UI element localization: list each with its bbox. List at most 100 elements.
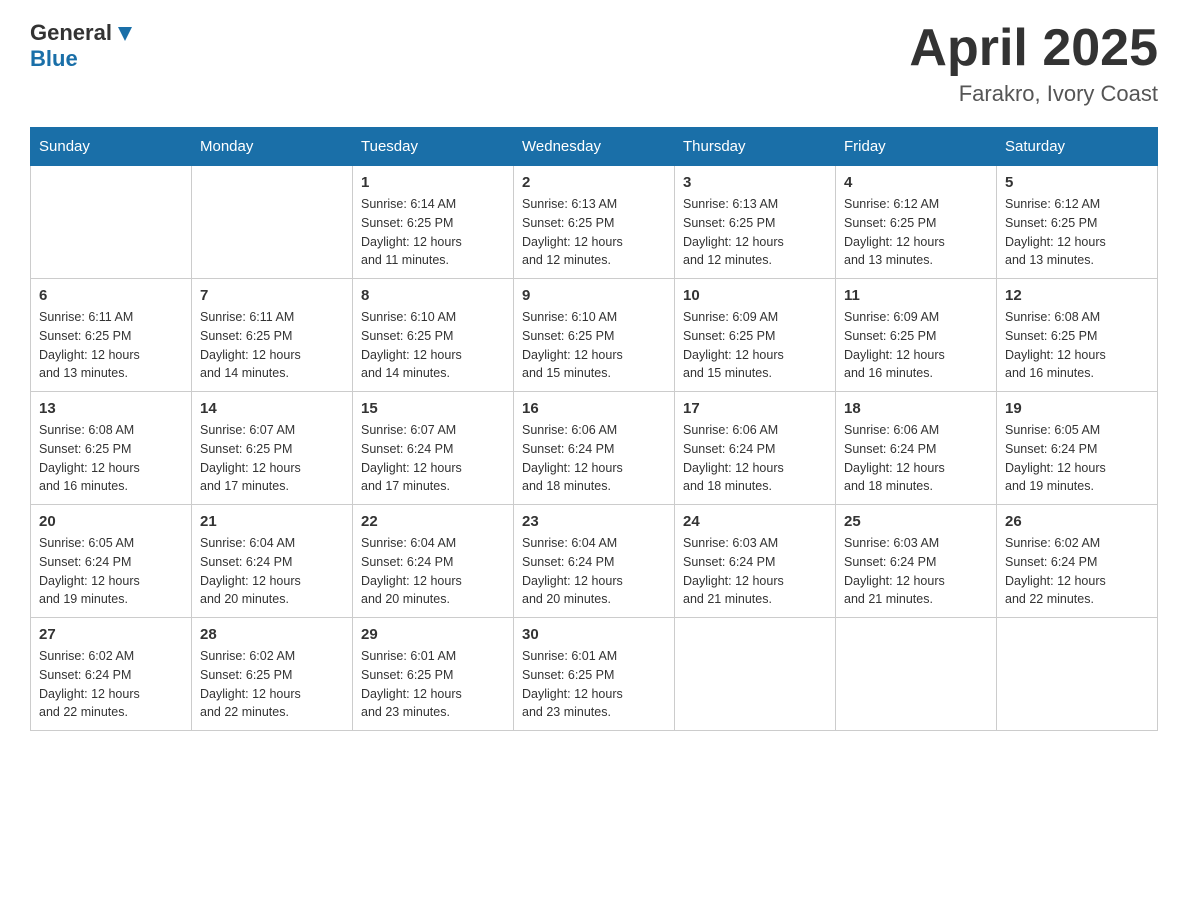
day-info: Sunrise: 6:03 AMSunset: 6:24 PMDaylight:… (683, 534, 827, 609)
calendar-header-wednesday: Wednesday (514, 128, 675, 166)
calendar-cell (836, 618, 997, 731)
day-info: Sunrise: 6:14 AMSunset: 6:25 PMDaylight:… (361, 195, 505, 270)
day-info: Sunrise: 6:04 AMSunset: 6:24 PMDaylight:… (522, 534, 666, 609)
calendar-cell: 4 Sunrise: 6:12 AMSunset: 6:25 PMDaylight… (836, 166, 997, 279)
day-number: 11 (844, 287, 988, 304)
day-number: 24 (683, 513, 827, 530)
day-number: 26 (1005, 513, 1149, 530)
day-number: 19 (1005, 400, 1149, 417)
calendar-header-row: SundayMondayTuesdayWednesdayThursdayFrid… (31, 128, 1158, 166)
day-info: Sunrise: 6:05 AMSunset: 6:24 PMDaylight:… (39, 534, 183, 609)
day-number: 6 (39, 287, 183, 304)
day-info: Sunrise: 6:12 AMSunset: 6:25 PMDaylight:… (1005, 195, 1149, 270)
calendar-cell (31, 166, 192, 279)
day-info: Sunrise: 6:11 AMSunset: 6:25 PMDaylight:… (200, 308, 344, 383)
day-info: Sunrise: 6:13 AMSunset: 6:25 PMDaylight:… (683, 195, 827, 270)
logo-general-text: General (30, 20, 112, 46)
day-number: 5 (1005, 174, 1149, 191)
day-number: 16 (522, 400, 666, 417)
calendar-week-row: 6 Sunrise: 6:11 AMSunset: 6:25 PMDaylight… (31, 279, 1158, 392)
calendar-cell: 12 Sunrise: 6:08 AMSunset: 6:25 PMDayligh… (997, 279, 1158, 392)
calendar-cell: 6 Sunrise: 6:11 AMSunset: 6:25 PMDaylight… (31, 279, 192, 392)
calendar-cell: 28 Sunrise: 6:02 AMSunset: 6:25 PMDayligh… (192, 618, 353, 731)
day-number: 13 (39, 400, 183, 417)
day-number: 1 (361, 174, 505, 191)
calendar-cell: 17 Sunrise: 6:06 AMSunset: 6:24 PMDayligh… (675, 392, 836, 505)
day-number: 4 (844, 174, 988, 191)
day-number: 21 (200, 513, 344, 530)
calendar-cell: 23 Sunrise: 6:04 AMSunset: 6:24 PMDayligh… (514, 505, 675, 618)
day-number: 28 (200, 626, 344, 643)
calendar-cell: 19 Sunrise: 6:05 AMSunset: 6:24 PMDayligh… (997, 392, 1158, 505)
day-number: 18 (844, 400, 988, 417)
day-number: 12 (1005, 287, 1149, 304)
day-number: 23 (522, 513, 666, 530)
day-number: 27 (39, 626, 183, 643)
day-info: Sunrise: 6:08 AMSunset: 6:25 PMDaylight:… (1005, 308, 1149, 383)
day-info: Sunrise: 6:04 AMSunset: 6:24 PMDaylight:… (361, 534, 505, 609)
calendar-cell: 24 Sunrise: 6:03 AMSunset: 6:24 PMDayligh… (675, 505, 836, 618)
calendar-table: SundayMondayTuesdayWednesdayThursdayFrid… (30, 127, 1158, 731)
logo-triangle-icon (114, 23, 136, 45)
calendar-header-thursday: Thursday (675, 128, 836, 166)
calendar-cell: 21 Sunrise: 6:04 AMSunset: 6:24 PMDayligh… (192, 505, 353, 618)
day-info: Sunrise: 6:01 AMSunset: 6:25 PMDaylight:… (522, 647, 666, 722)
day-number: 20 (39, 513, 183, 530)
calendar-cell: 15 Sunrise: 6:07 AMSunset: 6:24 PMDayligh… (353, 392, 514, 505)
calendar-cell: 30Sunrise: 6:01 AMSunset: 6:25 PMDayligh… (514, 618, 675, 731)
day-number: 14 (200, 400, 344, 417)
calendar-cell: 7 Sunrise: 6:11 AMSunset: 6:25 PMDaylight… (192, 279, 353, 392)
title-block: April 2025 Farakro, Ivory Coast (909, 20, 1158, 107)
calendar-cell: 13Sunrise: 6:08 AMSunset: 6:25 PMDayligh… (31, 392, 192, 505)
calendar-cell: 27 Sunrise: 6:02 AMSunset: 6:24 PMDayligh… (31, 618, 192, 731)
day-info: Sunrise: 6:02 AMSunset: 6:24 PMDaylight:… (39, 647, 183, 722)
day-info: Sunrise: 6:02 AMSunset: 6:24 PMDaylight:… (1005, 534, 1149, 609)
day-info: Sunrise: 6:09 AMSunset: 6:25 PMDaylight:… (844, 308, 988, 383)
logo: General Blue (30, 20, 136, 72)
day-number: 9 (522, 287, 666, 304)
day-number: 29 (361, 626, 505, 643)
calendar-week-row: 13Sunrise: 6:08 AMSunset: 6:25 PMDayligh… (31, 392, 1158, 505)
calendar-cell: 26 Sunrise: 6:02 AMSunset: 6:24 PMDayligh… (997, 505, 1158, 618)
day-number: 7 (200, 287, 344, 304)
calendar-week-row: 20 Sunrise: 6:05 AMSunset: 6:24 PMDayligh… (31, 505, 1158, 618)
calendar-cell: 18Sunrise: 6:06 AMSunset: 6:24 PMDayligh… (836, 392, 997, 505)
day-info: Sunrise: 6:10 AMSunset: 6:25 PMDaylight:… (361, 308, 505, 383)
day-info: Sunrise: 6:03 AMSunset: 6:24 PMDaylight:… (844, 534, 988, 609)
calendar-cell: 1 Sunrise: 6:14 AMSunset: 6:25 PMDaylight… (353, 166, 514, 279)
day-info: Sunrise: 6:10 AMSunset: 6:25 PMDaylight:… (522, 308, 666, 383)
day-info: Sunrise: 6:05 AMSunset: 6:24 PMDaylight:… (1005, 421, 1149, 496)
calendar-week-row: 1 Sunrise: 6:14 AMSunset: 6:25 PMDaylight… (31, 166, 1158, 279)
calendar-cell: 25Sunrise: 6:03 AMSunset: 6:24 PMDayligh… (836, 505, 997, 618)
day-info: Sunrise: 6:04 AMSunset: 6:24 PMDaylight:… (200, 534, 344, 609)
calendar-cell: 14 Sunrise: 6:07 AMSunset: 6:25 PMDayligh… (192, 392, 353, 505)
calendar-header-friday: Friday (836, 128, 997, 166)
calendar-cell (192, 166, 353, 279)
calendar-header-tuesday: Tuesday (353, 128, 514, 166)
calendar-cell: 22Sunrise: 6:04 AMSunset: 6:24 PMDayligh… (353, 505, 514, 618)
day-info: Sunrise: 6:12 AMSunset: 6:25 PMDaylight:… (844, 195, 988, 270)
day-info: Sunrise: 6:06 AMSunset: 6:24 PMDaylight:… (683, 421, 827, 496)
day-info: Sunrise: 6:02 AMSunset: 6:25 PMDaylight:… (200, 647, 344, 722)
calendar-cell: 11 Sunrise: 6:09 AMSunset: 6:25 PMDayligh… (836, 279, 997, 392)
calendar-header-monday: Monday (192, 128, 353, 166)
day-info: Sunrise: 6:06 AMSunset: 6:24 PMDaylight:… (522, 421, 666, 496)
calendar-cell (675, 618, 836, 731)
day-number: 2 (522, 174, 666, 191)
day-number: 17 (683, 400, 827, 417)
calendar-cell (997, 618, 1158, 731)
day-info: Sunrise: 6:07 AMSunset: 6:24 PMDaylight:… (361, 421, 505, 496)
subtitle: Farakro, Ivory Coast (909, 81, 1158, 107)
calendar-cell: 9 Sunrise: 6:10 AMSunset: 6:25 PMDaylight… (514, 279, 675, 392)
calendar-cell: 8 Sunrise: 6:10 AMSunset: 6:25 PMDaylight… (353, 279, 514, 392)
day-info: Sunrise: 6:11 AMSunset: 6:25 PMDaylight:… (39, 308, 183, 383)
calendar-cell: 10Sunrise: 6:09 AMSunset: 6:25 PMDayligh… (675, 279, 836, 392)
main-title: April 2025 (909, 20, 1158, 77)
day-info: Sunrise: 6:07 AMSunset: 6:25 PMDaylight:… (200, 421, 344, 496)
day-info: Sunrise: 6:01 AMSunset: 6:25 PMDaylight:… (361, 647, 505, 722)
day-number: 15 (361, 400, 505, 417)
day-number: 8 (361, 287, 505, 304)
day-number: 10 (683, 287, 827, 304)
page-header: General Blue April 2025 Farakro, Ivory C… (30, 20, 1158, 107)
calendar-cell: 3Sunrise: 6:13 AMSunset: 6:25 PMDaylight… (675, 166, 836, 279)
